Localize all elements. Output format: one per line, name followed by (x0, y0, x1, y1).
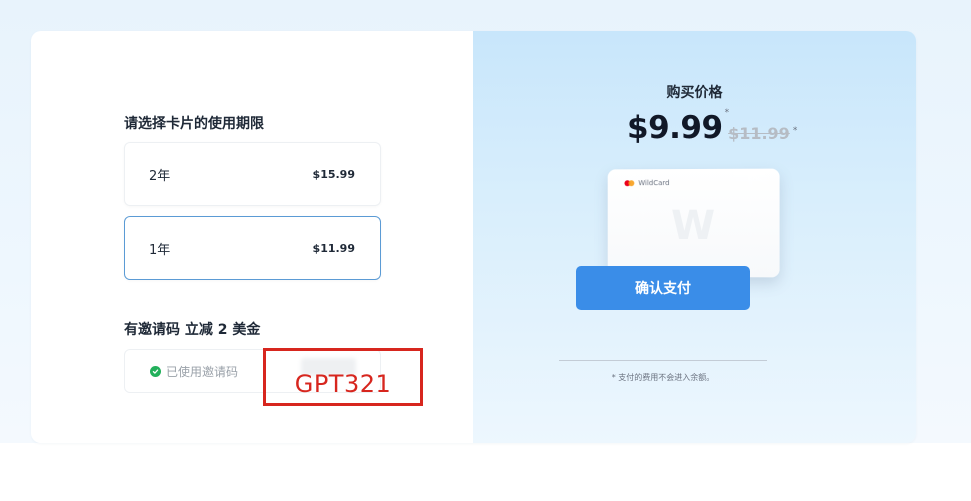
plan-label: 1年 (149, 242, 171, 258)
buy-price-title: 购买价格 (666, 85, 723, 101)
plan-price: $15.99 (312, 167, 355, 181)
current-price-asterisk: * (724, 108, 730, 118)
divider (559, 360, 767, 361)
card-watermark-letter: W (670, 202, 716, 250)
original-price-asterisk: * (792, 126, 798, 136)
annotation-code-text: GPT321 (294, 370, 392, 398)
plan-option-1-year[interactable]: 1年 $11.99 (124, 216, 381, 280)
current-price: $9.99 (627, 110, 723, 146)
payment-footnote: * 支付的费用不会进入余额。 (611, 373, 715, 382)
card-brand: WildCard (638, 179, 670, 188)
card-preview: WildCard W (607, 168, 780, 278)
plan-label: 2年 (149, 168, 171, 184)
mastercard-logo-icon: WildCard (624, 179, 670, 188)
plan-price: $11.99 (312, 241, 355, 255)
period-title: 请选择卡片的使用期限 (124, 116, 264, 132)
invite-title: 有邀请码 立减 2 美金 (124, 322, 261, 338)
check-circle-icon (150, 365, 161, 377)
annotation-box: GPT321 (263, 348, 423, 406)
confirm-pay-button[interactable]: 确认支付 (576, 266, 750, 310)
plan-option-2-year[interactable]: 2年 $15.99 (124, 142, 381, 206)
original-price: $11.99 (728, 124, 790, 143)
price-row: $9.99 * $11.99 * (627, 108, 797, 146)
options-pane: 请选择卡片的使用期限 2年 $15.99 1年 $11.99 有邀请码 立减 2… (31, 31, 473, 443)
invite-status-text: 已使用邀请码 (166, 364, 239, 379)
page-bottom-strip (0, 443, 971, 501)
checkout-panel: 请选择卡片的使用期限 2年 $15.99 1年 $11.99 有邀请码 立减 2… (31, 31, 916, 443)
